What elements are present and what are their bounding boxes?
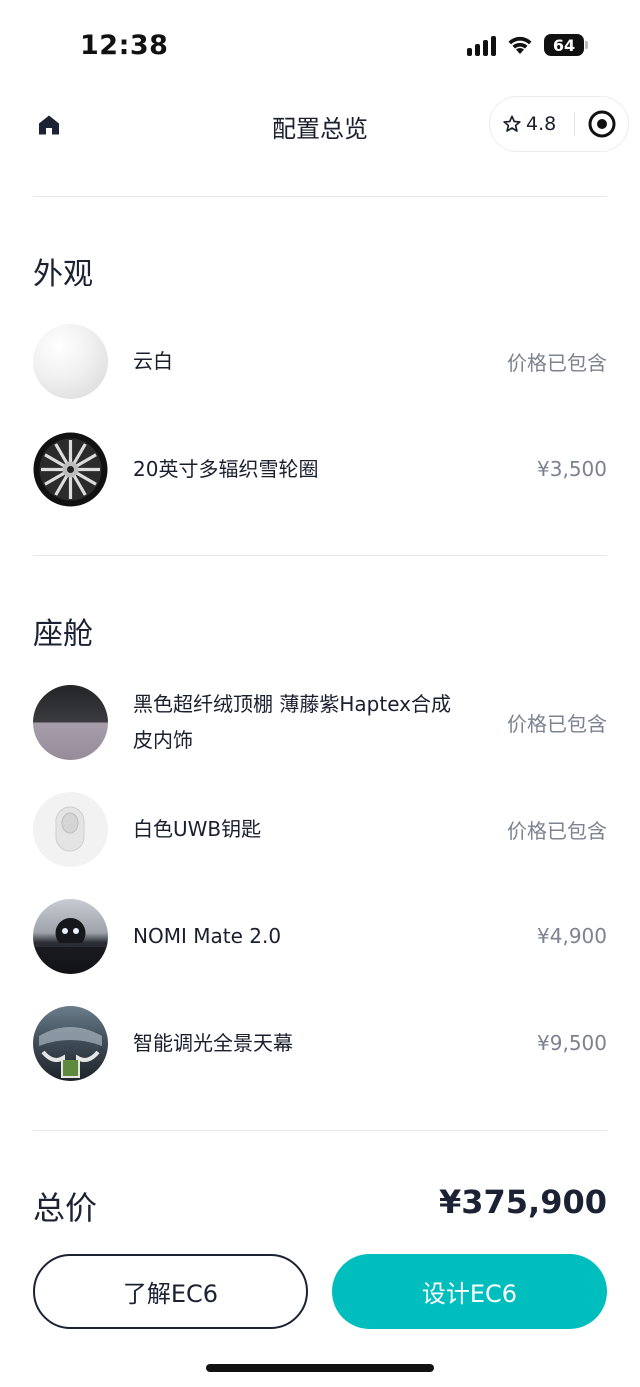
section-title-exterior: 外观 [33,257,93,292]
item-price: 价格已包含 [507,711,607,736]
status-icons: 64 [467,34,588,56]
item-price: 价格已包含 [507,818,607,843]
divider [33,555,607,556]
list-item: 云白 价格已包含 [33,323,607,399]
item-price: ¥4,900 [537,924,607,948]
section-title-cabin: 座舱 [33,617,93,652]
target-icon [588,110,615,138]
item-price: 价格已包含 [507,350,607,375]
key-thumbnail [33,791,108,867]
divider [33,196,607,197]
rating-value: 4.8 [526,113,557,135]
list-item: 白色UWB钥匙 价格已包含 [33,791,607,867]
signal-icon [467,34,496,56]
battery-icon: 64 [544,34,584,56]
item-name: 白色UWB钥匙 [133,817,262,841]
nomi-thumbnail [33,898,108,974]
list-item: 智能调光全景天幕 ¥9,500 [33,1005,607,1081]
status-bar: 12:38 64 [0,0,640,92]
mini-program-capsule: 4.8 [489,96,629,152]
home-indicator [206,1364,434,1372]
learn-ec6-button[interactable]: 了解EC6 [33,1254,308,1329]
divider [33,1130,607,1131]
item-name: 黑色超纤绒顶棚 薄藤紫Haptex合成皮内饰 [133,692,451,752]
paint-swatch-thumbnail [33,323,108,399]
wifi-icon [508,36,532,54]
item-name: 智能调光全景天幕 [133,1031,293,1055]
design-ec6-button[interactable]: 设计EC6 [332,1254,607,1329]
wheel-thumbnail [33,431,108,507]
total-price-value: ¥375,900 [438,1183,607,1221]
rating-button[interactable]: 4.8 [490,113,574,135]
item-name: 20英寸多辐织雪轮圈 [133,457,319,481]
list-item: 黑色超纤绒顶棚 薄藤紫Haptex合成皮内饰 价格已包含 [33,684,607,760]
item-price: ¥3,500 [537,457,607,481]
list-item: NOMI Mate 2.0 ¥4,900 [33,898,607,974]
item-name: 云白 [133,349,173,373]
list-item: 20英寸多辐织雪轮圈 ¥3,500 [33,431,607,507]
status-time: 12:38 [80,30,169,61]
nav-bar: 配置总览 4.8 [0,96,640,154]
item-name: NOMI Mate 2.0 [133,924,282,948]
sunroof-thumbnail [33,1005,108,1081]
interior-swatch-thumbnail [33,684,108,760]
star-icon [503,115,521,132]
item-price: ¥9,500 [537,1031,607,1055]
close-mini-program-button[interactable] [575,109,628,139]
total-price-label: 总价 [33,1189,98,1227]
